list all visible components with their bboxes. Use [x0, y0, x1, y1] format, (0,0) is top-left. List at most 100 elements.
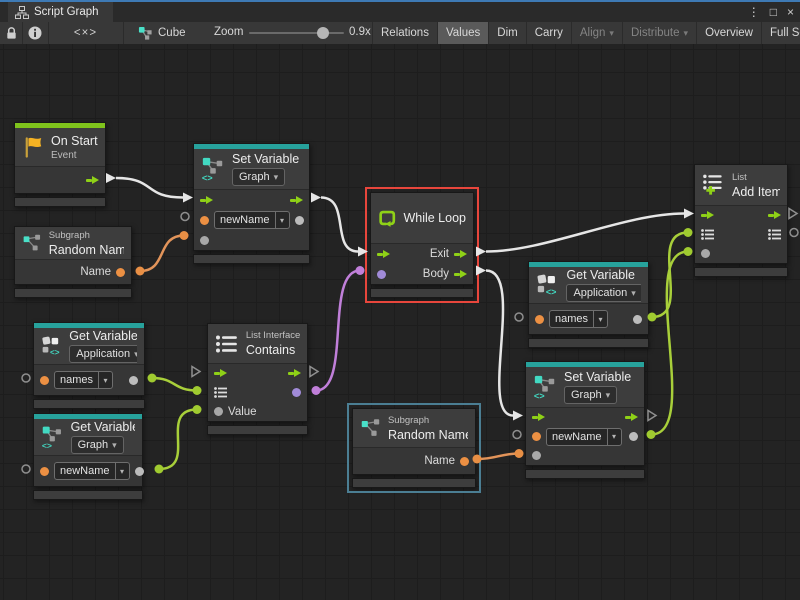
- wire-setvariable1-to-whileloop[interactable]: [321, 198, 358, 252]
- variable-name-port[interactable]: [532, 432, 541, 441]
- unconnected-flow-port[interactable]: [192, 367, 200, 377]
- value-output-port[interactable]: [129, 376, 138, 385]
- variable-dropdown[interactable]: names: [54, 371, 113, 389]
- flow-input-port[interactable]: [200, 196, 213, 205]
- variable-dropdown[interactable]: newName: [54, 462, 130, 480]
- name-output-port[interactable]: [116, 268, 125, 277]
- unconnected-value-port[interactable]: [515, 313, 523, 321]
- variable-scope-dropdown[interactable]: Graph: [564, 386, 617, 404]
- carry-button[interactable]: Carry: [526, 22, 571, 44]
- flow-output-port[interactable]: [290, 196, 303, 205]
- graph-target[interactable]: Cube: [138, 22, 186, 44]
- value-output-port[interactable]: [629, 432, 638, 441]
- close-icon[interactable]: ×: [787, 5, 794, 19]
- wire-endpoint[interactable]: [515, 449, 524, 458]
- wire-endpoint[interactable]: [312, 386, 321, 395]
- list-input-port[interactable]: [701, 229, 714, 240]
- variable-name-port[interactable]: [535, 315, 544, 324]
- variable-dropdown[interactable]: newName: [546, 428, 622, 446]
- flow-input-port[interactable]: [377, 250, 390, 259]
- flow-output-port[interactable]: [625, 413, 638, 422]
- node-subgraph-1[interactable]: Subgraph Random Name Name: [14, 226, 132, 298]
- relations-button[interactable]: Relations: [372, 22, 437, 44]
- variable-scope-dropdown[interactable]: Graph: [232, 168, 285, 186]
- unconnected-value-port[interactable]: [513, 431, 521, 439]
- wire-endpoint[interactable]: [684, 247, 693, 256]
- condition-input-port[interactable]: [377, 270, 386, 279]
- exit-output-port[interactable]: [454, 250, 467, 259]
- dim-button[interactable]: Dim: [488, 22, 525, 44]
- values-button[interactable]: Values: [437, 22, 488, 44]
- unconnected-flow-port[interactable]: [648, 411, 656, 421]
- value-input-port[interactable]: [200, 236, 209, 245]
- variable-name-port[interactable]: [200, 216, 209, 225]
- variable-name-port[interactable]: [40, 467, 49, 476]
- unconnected-flow-port[interactable]: [789, 209, 797, 219]
- value-input-port[interactable]: [214, 407, 223, 416]
- node-set-variable-2[interactable]: <> Set Variable Graph newName: [525, 361, 645, 479]
- value-output-port[interactable]: [135, 467, 144, 476]
- overview-button[interactable]: Overview: [696, 22, 761, 44]
- wire-setvariable2-to-additem-item[interactable]: [651, 252, 688, 435]
- graph-canvas[interactable]: On Start Event <> Set: [0, 44, 800, 600]
- variable-scope-dropdown[interactable]: Graph: [71, 436, 124, 454]
- wire-names1-to-contains-list[interactable]: [152, 378, 197, 391]
- node-while-loop[interactable]: While Loop Exit Body: [370, 192, 474, 298]
- wire-names2-to-additem-list[interactable]: [652, 233, 688, 318]
- wire-endpoint[interactable]: [136, 267, 145, 276]
- variable-dropdown[interactable]: newName: [214, 211, 290, 229]
- tab-script-graph[interactable]: Script Graph: [8, 2, 113, 22]
- wire-endpoint[interactable]: [148, 374, 157, 383]
- unconnected-value-port[interactable]: [181, 213, 189, 221]
- wire-whileloop-body-to-setvariable2[interactable]: [486, 271, 513, 416]
- align-button[interactable]: Align: [571, 22, 622, 44]
- unconnected-flow-port[interactable]: [310, 367, 318, 377]
- flow-output-port[interactable]: [768, 211, 781, 220]
- node-set-variable-1[interactable]: <> Set Variable Graph newName: [193, 143, 310, 264]
- node-contains[interactable]: List Interface Contains Value: [207, 323, 308, 435]
- more-icon[interactable]: ⋮: [748, 5, 760, 19]
- value-output-port[interactable]: [633, 315, 642, 324]
- wire-endpoint[interactable]: [193, 405, 202, 414]
- node-on-start[interactable]: On Start Event: [14, 122, 106, 207]
- node-subgraph-2[interactable]: Subgraph Random Name Name: [352, 408, 476, 488]
- variable-name-port[interactable]: [40, 376, 49, 385]
- wire-endpoint[interactable]: [180, 231, 189, 240]
- value-output-port[interactable]: [295, 216, 304, 225]
- wire-endpoint[interactable]: [647, 430, 656, 439]
- flow-output-port[interactable]: [86, 176, 99, 185]
- wire-newname-to-contains-value[interactable]: [159, 410, 197, 470]
- wire-subgraph1-name-to-setvariable1-value[interactable]: [140, 236, 184, 272]
- name-output-port[interactable]: [460, 457, 469, 466]
- flow-input-port[interactable]: [214, 369, 227, 378]
- flow-input-port[interactable]: [532, 413, 545, 422]
- unconnected-value-port[interactable]: [22, 465, 30, 473]
- wire-contains-to-whileloop-condition[interactable]: [316, 271, 360, 391]
- node-get-variable-names-2[interactable]: <> Get Variable Application names: [528, 261, 649, 348]
- node-add-item[interactable]: List Add Item: [694, 164, 788, 277]
- unconnected-value-port[interactable]: [790, 229, 798, 237]
- wire-subgraph2-name-to-setvariable2-value[interactable]: [477, 454, 519, 460]
- variable-scope-dropdown[interactable]: Application: [69, 345, 137, 363]
- wire-endpoint[interactable]: [193, 386, 202, 395]
- zoom-slider[interactable]: [249, 32, 344, 34]
- flow-output-port[interactable]: [288, 369, 301, 378]
- info-button[interactable]: [22, 22, 49, 44]
- zoom-slider-handle[interactable]: [317, 27, 329, 39]
- list-input-port[interactable]: [214, 387, 227, 398]
- value-input-port[interactable]: [532, 451, 541, 460]
- variable-dropdown[interactable]: names: [549, 310, 608, 328]
- wire-endpoint[interactable]: [356, 266, 365, 275]
- item-input-port[interactable]: [701, 249, 710, 258]
- wire-whileloop-exit-to-additem[interactable]: [486, 214, 684, 252]
- variable-scope-dropdown[interactable]: Application: [566, 284, 641, 302]
- node-get-variable-names-1[interactable]: <> Get Variable Application names: [33, 322, 145, 409]
- body-output-port[interactable]: [454, 270, 467, 279]
- fullscreen-button[interactable]: Full Screen: [761, 22, 800, 44]
- result-output-port[interactable]: [292, 388, 301, 397]
- unconnected-value-port[interactable]: [22, 374, 30, 382]
- distribute-button[interactable]: Distribute: [622, 22, 696, 44]
- node-get-variable-newname[interactable]: <> Get Variable Graph newName: [33, 413, 143, 500]
- lock-button[interactable]: [0, 22, 23, 44]
- wire-endpoint[interactable]: [684, 228, 693, 237]
